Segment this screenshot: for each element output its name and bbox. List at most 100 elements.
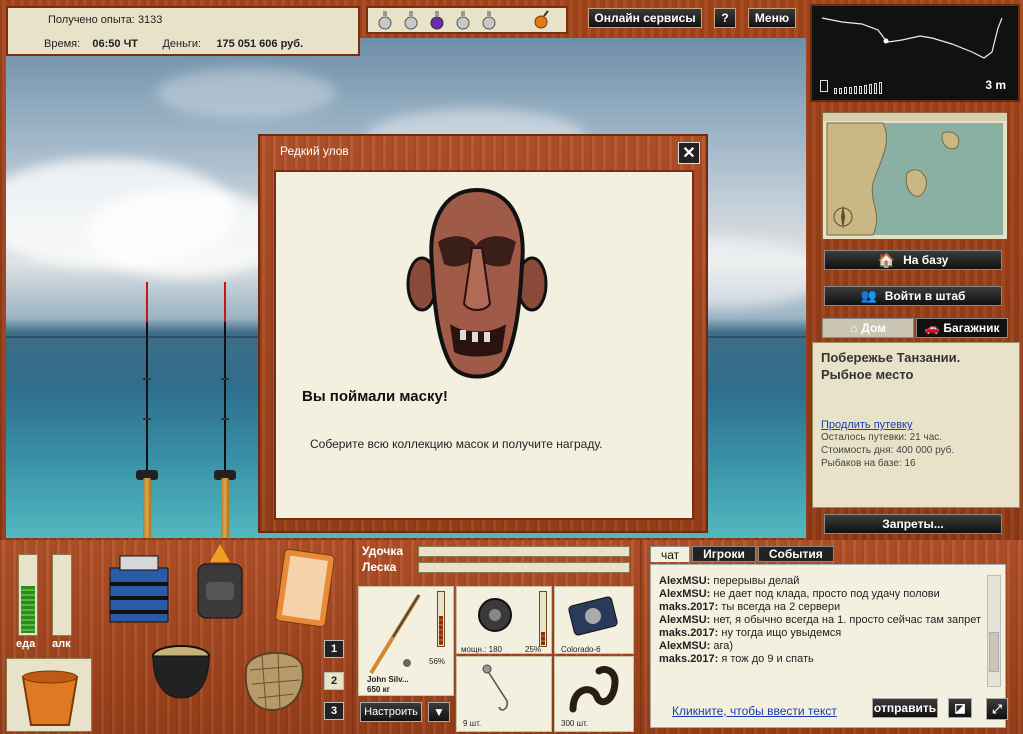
potion-icon[interactable] <box>480 10 498 30</box>
potion-icon[interactable] <box>376 10 394 30</box>
help-button[interactable]: ? <box>714 8 736 28</box>
chat-message: maks.2017: ты всегда на 2 сервери <box>659 601 989 614</box>
food-meter <box>18 554 38 636</box>
chat-input[interactable]: Кликните, чтобы ввести текст <box>672 704 837 718</box>
firecracker-icon[interactable] <box>532 10 550 30</box>
food-level <box>21 586 35 633</box>
reel-gauge <box>539 591 547 647</box>
rod-label: Удочка <box>362 544 404 558</box>
line-spool-icon <box>568 596 618 636</box>
dropdown-button[interactable]: ▼ <box>428 702 450 722</box>
depth-sonar: 3 m <box>810 4 1020 102</box>
line-tension-bar <box>418 562 630 573</box>
chat-username[interactable]: AlexMSU: <box>659 614 710 626</box>
close-button[interactable]: ✕ <box>678 142 700 164</box>
fishers-count: Рыбаков на базе: 16 <box>821 458 916 469</box>
hook-icon <box>482 664 509 711</box>
money-label: Деньги: <box>162 38 202 50</box>
time-value: 06:50 ЧТ <box>92 38 139 50</box>
to-base-button[interactable]: 🏠 На базу <box>824 250 1002 270</box>
purple-potion-icon[interactable] <box>428 10 446 30</box>
bucket-slot[interactable] <box>6 658 92 732</box>
notebook-icon[interactable] <box>270 548 336 630</box>
tab-players[interactable]: Игроки <box>692 546 756 562</box>
chat-username[interactable]: maks.2017: <box>659 627 718 639</box>
reel-icon <box>478 598 512 632</box>
rod-gauge-fill <box>439 616 443 645</box>
rod-icon <box>369 593 421 675</box>
enter-hq-button[interactable]: 👥 Войти в штаб <box>824 286 1002 306</box>
food-label: еда <box>16 638 36 650</box>
slot-3-button[interactable]: 3 <box>324 702 344 720</box>
bait-slot[interactable]: 300 шт. <box>554 656 634 732</box>
tab-trunk-label: Багажник <box>943 321 1000 335</box>
location-map[interactable] <box>822 112 1007 239</box>
chat-username[interactable]: AlexMSU: <box>659 640 710 652</box>
location-name: Побережье Танзании. Рыбное место <box>821 350 961 382</box>
reel-slot[interactable]: мощн.: 180 25% <box>456 586 552 654</box>
potion-icon[interactable] <box>402 10 420 30</box>
chat-text: ну тогда ищо увыдемся <box>718 627 842 639</box>
chat-messages: AlexMSU: перерывы делай AlexMSU: не дает … <box>659 575 989 666</box>
slot-1-button[interactable]: 1 <box>324 640 344 658</box>
chat-username[interactable]: AlexMSU: <box>659 588 710 600</box>
expand-icon: ⤢ <box>992 701 1002 716</box>
dialog-description: Соберите всю коллекцию масок и получите … <box>310 437 603 451</box>
rod-slot[interactable]: 56% John Silv... 650 кг <box>358 586 454 696</box>
keepnet-icon[interactable] <box>236 640 312 716</box>
xp-label: Получено опыта: <box>48 14 135 26</box>
bait-count: 300 шт. <box>561 719 588 728</box>
alcohol-meter <box>52 554 72 636</box>
tab-home[interactable]: ⌂ Дом <box>822 318 914 338</box>
chat-scroll-thumb[interactable] <box>989 632 999 672</box>
tab-chat[interactable]: чат <box>650 546 691 562</box>
chat-username[interactable]: maks.2017: <box>659 601 718 613</box>
chat-message: maks.2017: я тож до 9 и спать <box>659 653 989 666</box>
tab-trunk[interactable]: 🚗 Багажник <box>916 318 1008 338</box>
inventory-panel: еда алк 1 2 3 <box>0 540 352 734</box>
setup-button[interactable]: Настроить <box>360 702 422 722</box>
day-cost: Стоимость дня: 400 000 руб. <box>821 445 955 456</box>
eraser-icon: ◪ <box>954 701 966 715</box>
dialog-body: Вы поймали маску! Соберите всю коллекцию… <box>274 170 694 520</box>
expand-button[interactable]: ⤢ <box>986 698 1008 720</box>
rod-gauge <box>437 591 445 647</box>
chat-message: AlexMSU: перерывы делай <box>659 575 989 588</box>
chat-text: перерывы делай <box>710 575 800 587</box>
chat-text: не дает под клада, просто под удачу поло… <box>710 588 940 600</box>
chat-scrollbar[interactable] <box>987 575 1001 687</box>
rod-tension-bar <box>418 546 630 557</box>
chat-text: нет, я обычно всегда на 1. просто сейчас… <box>710 614 982 626</box>
chat-username[interactable]: AlexMSU: <box>659 575 710 587</box>
line-slot[interactable]: Colorado-6 <box>554 586 634 654</box>
xp-value: 3133 <box>137 14 163 26</box>
slot-2-button[interactable]: 2 <box>324 672 344 690</box>
house-icon: 🏠 <box>877 251 896 268</box>
send-button[interactable]: отправить <box>872 698 938 718</box>
tab-home-label: Дом <box>861 321 886 335</box>
eraser-button[interactable]: ◪ <box>948 698 972 718</box>
reel-percent: 25% <box>525 645 542 654</box>
potion-icon[interactable] <box>454 10 472 30</box>
menu-button[interactable]: Меню <box>748 8 796 28</box>
dialog-heading: Вы поймали маску! <box>302 388 448 405</box>
tab-events[interactable]: События <box>757 546 834 562</box>
hook-slot[interactable]: 9 шт. <box>456 656 552 732</box>
cauldron-icon[interactable] <box>148 640 214 702</box>
trip-remaining: Осталось путевки: 21 час. <box>821 432 943 443</box>
chat-panel: чат Игроки События AlexMSU: перерывы дел… <box>642 540 1023 734</box>
backpack-icon[interactable] <box>190 542 250 620</box>
bans-button[interactable]: Запреты... <box>824 514 1002 534</box>
enter-hq-label: Войти в штаб <box>884 289 966 303</box>
tackle-box-icon[interactable] <box>104 548 174 626</box>
online-services-button[interactable]: Онлайн сервисы <box>588 8 702 28</box>
depth-profile-graph <box>821 17 1003 59</box>
signal-bars <box>834 82 882 94</box>
reel-caption: мощн.: 180 <box>461 645 502 654</box>
battery-icon <box>820 80 828 92</box>
potion-bar <box>366 6 568 34</box>
chat-username[interactable]: maks.2017: <box>659 653 718 665</box>
tackle-panel: Удочка Леска 56% John Silv... 650 кг мощ… <box>354 540 640 734</box>
extend-trip-link[interactable]: Продлить путевку <box>821 419 1011 431</box>
location-info: Побережье Танзании. Рыбное место Продлит… <box>812 342 1020 508</box>
